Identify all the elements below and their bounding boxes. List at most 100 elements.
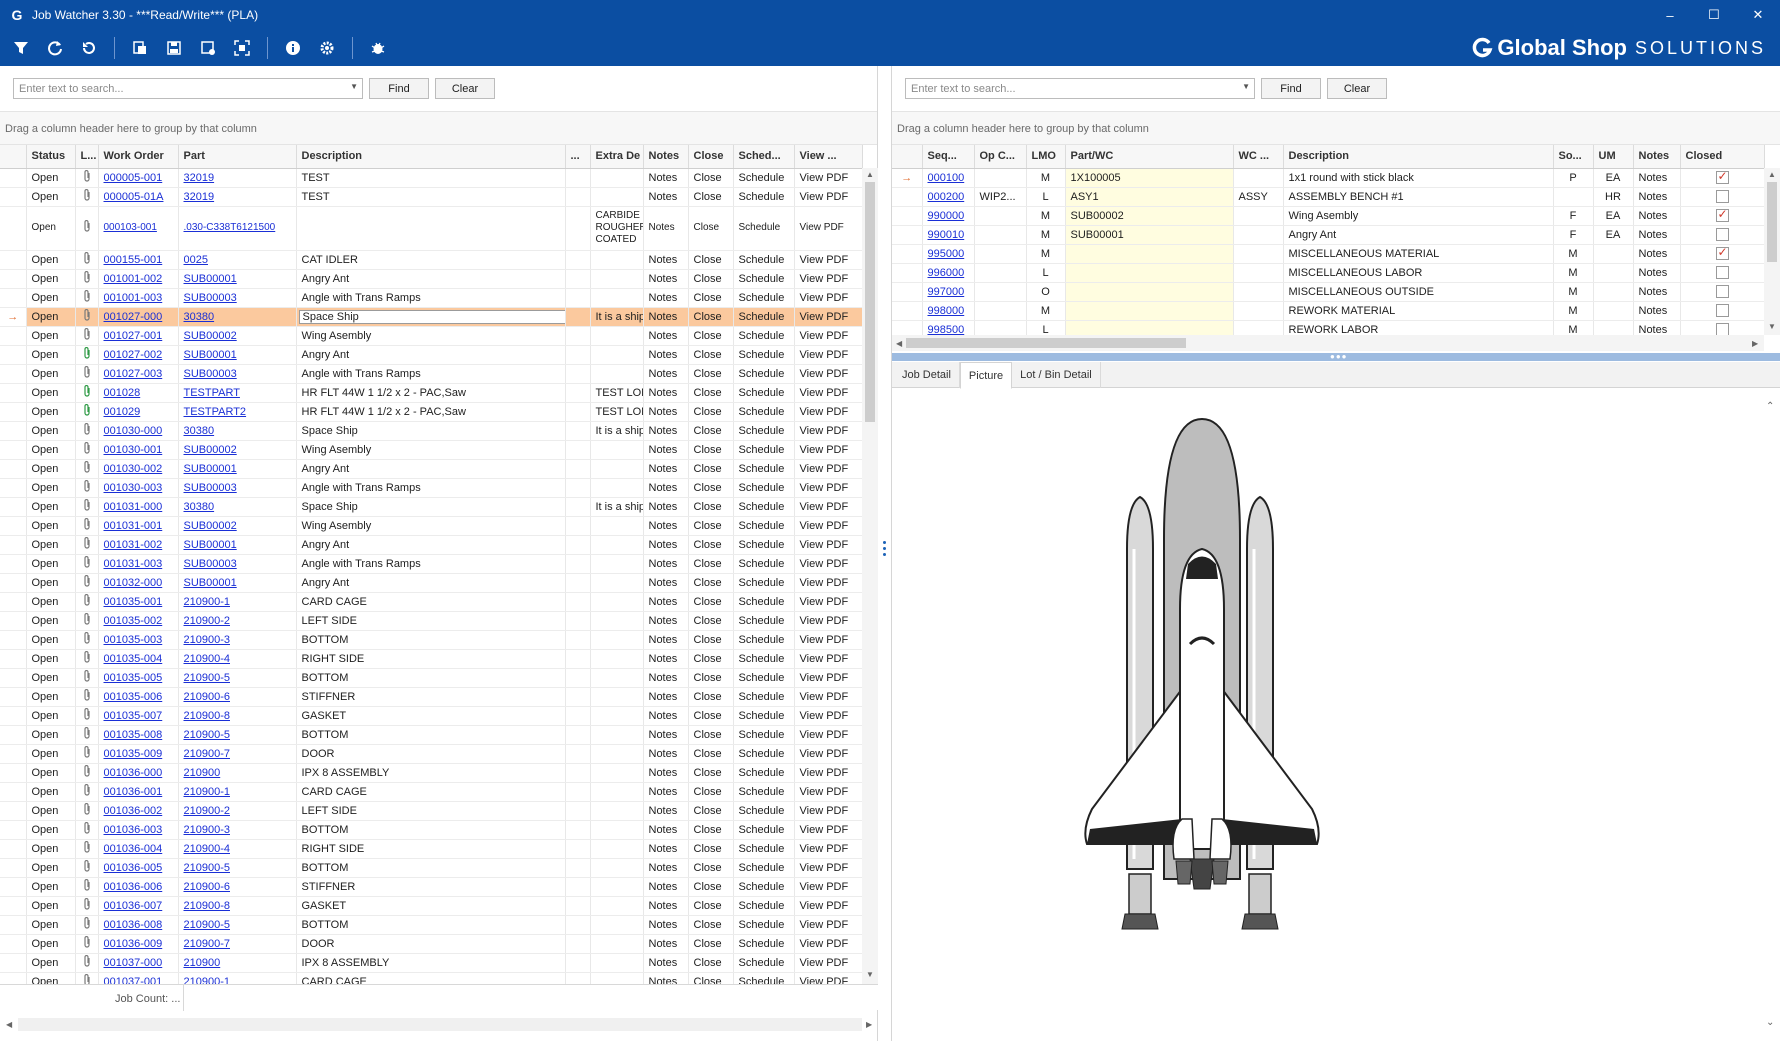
- refresh-icon[interactable]: [42, 35, 68, 61]
- chevron-down-icon[interactable]: ▼: [1242, 82, 1250, 91]
- part-wc-cell[interactable]: SUB00002: [1065, 206, 1234, 226]
- column-header-close[interactable]: Close: [688, 145, 734, 169]
- schedule-button[interactable]: Schedule: [733, 858, 795, 878]
- work-order-link[interactable]: 000103-001: [98, 206, 179, 251]
- notes-button[interactable]: Notes: [643, 307, 689, 327]
- sequence-link[interactable]: 990000: [922, 206, 975, 226]
- paperclip-icon[interactable]: [75, 187, 99, 207]
- part-link[interactable]: 210900-5: [178, 858, 297, 878]
- schedule-button-text[interactable]: Schedule: [739, 254, 785, 266]
- notes-button[interactable]: Notes: [643, 877, 689, 897]
- paperclip-icon[interactable]: [75, 611, 99, 631]
- schedule-button[interactable]: Schedule: [733, 687, 795, 707]
- notes-button[interactable]: Notes: [643, 744, 689, 764]
- part-link[interactable]: SUB00003: [178, 554, 297, 574]
- schedule-button[interactable]: Schedule: [733, 934, 795, 954]
- view-pdf-button[interactable]: View PDF: [794, 630, 863, 650]
- work-order-link-text[interactable]: 001036-008: [104, 919, 163, 931]
- view-pdf-button[interactable]: View PDF: [794, 820, 863, 840]
- view-pdf-button-text[interactable]: View PDF: [800, 919, 849, 931]
- bug-icon[interactable]: [365, 35, 391, 61]
- table-row[interactable]: Open 001031-001 SUB00002 Wing Asembly Notes C…: [0, 516, 863, 536]
- notes-button[interactable]: Notes: [643, 497, 689, 517]
- paperclip-icon[interactable]: [75, 630, 99, 650]
- part-link[interactable]: 210900-5: [178, 915, 297, 935]
- notes-button-text[interactable]: Notes: [649, 786, 678, 798]
- row-indicator[interactable]: [0, 478, 27, 498]
- notes-button-text[interactable]: Notes: [1639, 172, 1668, 184]
- view-pdf-button-text[interactable]: View PDF: [800, 368, 849, 380]
- notes-button[interactable]: Notes: [643, 573, 689, 593]
- part-link-text[interactable]: 210900-1: [184, 786, 231, 798]
- row-indicator[interactable]: [0, 440, 27, 460]
- view-pdf-button-text[interactable]: View PDF: [800, 596, 849, 608]
- close-button[interactable]: Close: [688, 725, 734, 745]
- scroll-up-icon[interactable]: ▲: [866, 170, 874, 179]
- table-row[interactable]: 000200 WIP2... L ASY1 ASSY ASSEMBLY BENCH #1 H…: [892, 187, 1765, 207]
- row-indicator[interactable]: [0, 611, 27, 631]
- sequence-link-text[interactable]: 997000: [928, 286, 965, 298]
- paperclip-icon[interactable]: [75, 345, 99, 365]
- sequence-link-text[interactable]: 990010: [928, 229, 965, 241]
- close-button[interactable]: Close: [688, 934, 734, 954]
- close-button[interactable]: Close: [688, 326, 734, 346]
- closed-checkbox-checked[interactable]: [1715, 245, 1729, 260]
- schedule-button[interactable]: Schedule: [733, 440, 795, 460]
- table-row[interactable]: Open 001031-002 SUB00001 Angry Ant Notes Clos…: [0, 535, 863, 555]
- view-pdf-button[interactable]: View PDF: [794, 706, 863, 726]
- schedule-button[interactable]: Schedule: [733, 877, 795, 897]
- close-button-text[interactable]: Close: [694, 349, 722, 361]
- work-order-link[interactable]: 001027-002: [98, 345, 179, 365]
- column-header-op-code[interactable]: Op C...: [974, 145, 1027, 169]
- schedule-button-text[interactable]: Schedule: [739, 596, 785, 608]
- view-pdf-button[interactable]: View PDF: [794, 896, 863, 916]
- row-indicator[interactable]: [0, 801, 27, 821]
- notes-button[interactable]: Notes: [643, 402, 689, 422]
- close-button[interactable]: Close: [688, 744, 734, 764]
- view-pdf-button-text[interactable]: View PDF: [800, 191, 849, 203]
- left-group-panel[interactable]: Drag a column header here to group by th…: [0, 112, 877, 145]
- part-link-text[interactable]: 210900-7: [184, 938, 231, 950]
- close-button-text[interactable]: Close: [694, 672, 722, 684]
- sequence-link-text[interactable]: 996000: [928, 267, 965, 279]
- paperclip-icon[interactable]: [75, 554, 99, 574]
- work-order-link[interactable]: 001031-003: [98, 554, 179, 574]
- row-indicator[interactable]: [892, 225, 923, 245]
- work-order-link-text[interactable]: 001035-002: [104, 615, 163, 627]
- schedule-button-text[interactable]: Schedule: [739, 938, 785, 950]
- part-link[interactable]: 210900-1: [178, 782, 297, 802]
- notes-button[interactable]: Notes: [643, 459, 689, 479]
- table-row[interactable]: 995000 M MISCELLANEOUS MATERIAL M Notes: [892, 244, 1765, 264]
- notes-button-text[interactable]: Notes: [649, 425, 678, 437]
- notes-button-text[interactable]: Notes: [1639, 248, 1668, 260]
- column-header-wc[interactable]: WC ...: [1233, 145, 1284, 169]
- close-button-text[interactable]: Close: [694, 805, 722, 817]
- close-button[interactable]: Close: [688, 896, 734, 916]
- table-row[interactable]: Open 001036-006 210900-6 STIFFNER Notes Close…: [0, 877, 863, 897]
- row-indicator[interactable]: [892, 282, 923, 302]
- part-link[interactable]: SUB00001: [178, 269, 297, 289]
- table-row[interactable]: Open 001030-002 SUB00001 Angry Ant Notes Clos…: [0, 459, 863, 479]
- work-order-link-text[interactable]: 001027-003: [104, 368, 163, 380]
- notes-button[interactable]: Notes: [643, 364, 689, 384]
- notes-button[interactable]: Notes: [1633, 187, 1681, 207]
- view-pdf-button-text[interactable]: View PDF: [800, 387, 849, 399]
- part-wc-cell-text[interactable]: SUB00002: [1071, 210, 1124, 222]
- part-link[interactable]: SUB00003: [178, 288, 297, 308]
- view-pdf-button[interactable]: View PDF: [794, 345, 863, 365]
- view-pdf-button-text[interactable]: View PDF: [800, 710, 849, 722]
- schedule-button[interactable]: Schedule: [733, 668, 795, 688]
- work-order-link[interactable]: 001036-003: [98, 820, 179, 840]
- schedule-button-text[interactable]: Schedule: [739, 634, 785, 646]
- column-header-extra-description[interactable]: Extra De: [590, 145, 644, 169]
- notes-button-text[interactable]: Notes: [649, 292, 678, 304]
- work-order-link-text[interactable]: 001036-006: [104, 881, 163, 893]
- view-pdf-button[interactable]: View PDF: [794, 326, 863, 346]
- part-wc-cell[interactable]: SUB00001: [1065, 225, 1234, 245]
- row-indicator[interactable]: [0, 516, 27, 536]
- info-icon[interactable]: [280, 35, 306, 61]
- row-indicator[interactable]: [0, 896, 27, 916]
- part-link[interactable]: SUB00002: [178, 326, 297, 346]
- part-link-text[interactable]: .030-C338T6121500: [184, 222, 276, 233]
- notes-button[interactable]: Notes: [643, 915, 689, 935]
